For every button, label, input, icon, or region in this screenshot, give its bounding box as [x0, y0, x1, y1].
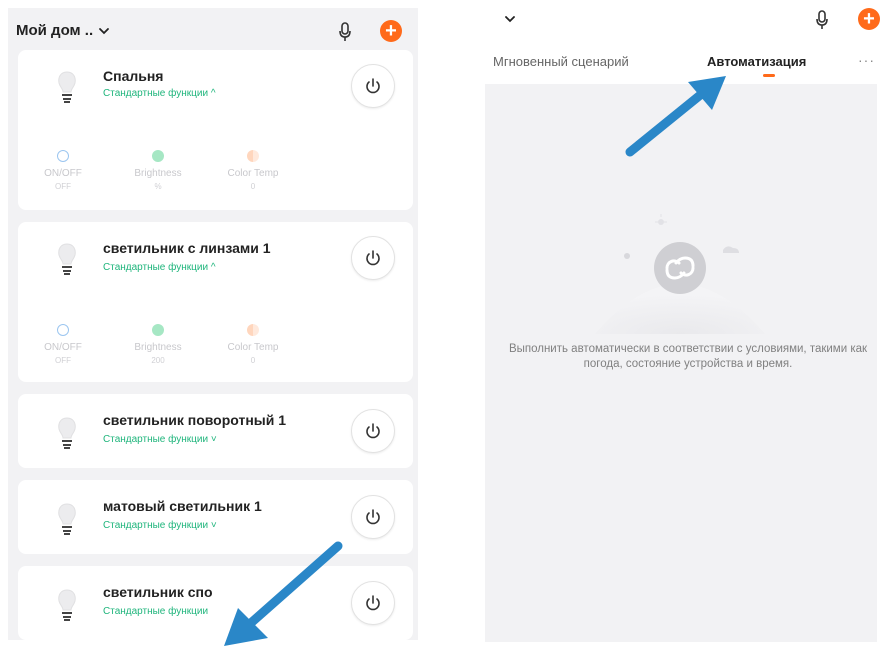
control-color-temp[interactable]: Color Temp 0: [208, 150, 298, 191]
microphone-icon[interactable]: [815, 10, 829, 30]
control-value: OFF: [55, 182, 71, 191]
power-button[interactable]: [351, 581, 395, 625]
devices-panel: Мой дом .. + Спальня Стандартные функции…: [8, 8, 418, 640]
power-button[interactable]: [351, 64, 395, 108]
control-onoff[interactable]: ON/OFF OFF: [18, 324, 108, 365]
power-icon: [366, 250, 380, 266]
controls-row: ON/OFF OFF Brightness 200 Color Temp 0: [18, 324, 318, 374]
power-button[interactable]: [351, 236, 395, 280]
control-color-temp[interactable]: Color Temp 0: [208, 324, 298, 365]
power-button[interactable]: [351, 409, 395, 453]
bulb-icon: [58, 589, 76, 621]
device-card[interactable]: матовый светильник 1 Стандартные функции…: [18, 480, 413, 554]
device-functions-toggle[interactable]: Стандартные функции ^: [103, 262, 216, 273]
control-value: 0: [250, 182, 256, 191]
controls-row: ON/OFF OFF Brightness % Color Temp 0: [18, 150, 318, 200]
power-icon: [366, 595, 380, 611]
add-button[interactable]: +: [858, 8, 880, 30]
device-card[interactable]: Спальня Стандартные функции ^ ON/OFF OFF…: [18, 50, 413, 210]
device-card[interactable]: светильник с линзами 1 Стандартные функц…: [18, 222, 413, 382]
power-button[interactable]: [351, 495, 395, 539]
control-onoff[interactable]: ON/OFF OFF: [18, 150, 108, 191]
control-label: Brightness: [134, 168, 182, 179]
device-name: Спальня: [103, 68, 164, 84]
tab-instant-scenario[interactable]: Мгновенный сценарий: [493, 54, 629, 69]
microphone-icon[interactable]: [338, 22, 352, 42]
control-value: OFF: [55, 356, 71, 365]
device-name: светильник поворотный 1: [103, 412, 287, 428]
power-icon: [366, 423, 380, 439]
bulb-icon: [58, 417, 76, 449]
power-icon: [57, 324, 69, 336]
home-title: Мой дом ..: [16, 22, 94, 39]
color-temp-icon: [247, 324, 259, 336]
screen: Мой дом .. + Спальня Стандартные функции…: [0, 0, 885, 648]
chevron-down-icon: [99, 27, 110, 34]
color-temp-icon: [247, 150, 259, 162]
control-value: %: [154, 182, 162, 191]
brightness-icon: [152, 324, 164, 336]
bulb-icon: [58, 503, 76, 535]
empty-state-text: Выполнить автоматически в соответствии с…: [508, 343, 868, 370]
control-label: ON/OFF: [44, 342, 82, 353]
more-menu-button[interactable]: ···: [858, 52, 875, 68]
device-functions-toggle[interactable]: Стандартные функции ˅: [103, 520, 217, 531]
tab-automation[interactable]: Автоматизация: [707, 54, 806, 69]
device-name: светильник спо: [103, 584, 213, 600]
device-name: светильник с линзами 1: [103, 240, 271, 256]
power-icon: [366, 78, 380, 94]
control-value: 200: [151, 356, 165, 365]
control-label: Color Temp: [227, 342, 279, 353]
power-icon: [57, 150, 69, 162]
control-value: 0: [250, 356, 256, 365]
bulb-icon: [58, 243, 76, 275]
annotation-arrow: [625, 76, 726, 157]
automation-empty-illustration: [595, 214, 765, 334]
home-selector[interactable]: Мой дом ..: [16, 22, 111, 39]
control-label: Color Temp: [227, 168, 279, 179]
brightness-icon: [152, 150, 164, 162]
annotation-arrow: [224, 541, 343, 646]
active-tab-indicator: [763, 74, 775, 77]
control-label: ON/OFF: [44, 168, 82, 179]
device-card[interactable]: светильник спо Стандартные функции: [18, 566, 413, 640]
control-label: Brightness: [134, 342, 182, 353]
bulb-icon: [58, 71, 76, 103]
device-card[interactable]: светильник поворотный 1 Стандартные функ…: [18, 394, 413, 468]
chevron-down-icon[interactable]: [503, 12, 517, 26]
add-button[interactable]: +: [380, 20, 402, 42]
control-brightness[interactable]: Brightness 200: [113, 324, 203, 365]
device-functions-toggle[interactable]: Стандартные функции ˅: [103, 434, 217, 445]
header: Мой дом .. +: [8, 8, 418, 52]
control-brightness[interactable]: Brightness %: [113, 150, 203, 191]
device-name: матовый светильник 1: [103, 498, 262, 514]
device-functions-toggle[interactable]: Стандартные функции ^: [103, 88, 216, 99]
power-icon: [366, 509, 380, 525]
device-functions-toggle[interactable]: Стандартные функции: [103, 606, 208, 617]
